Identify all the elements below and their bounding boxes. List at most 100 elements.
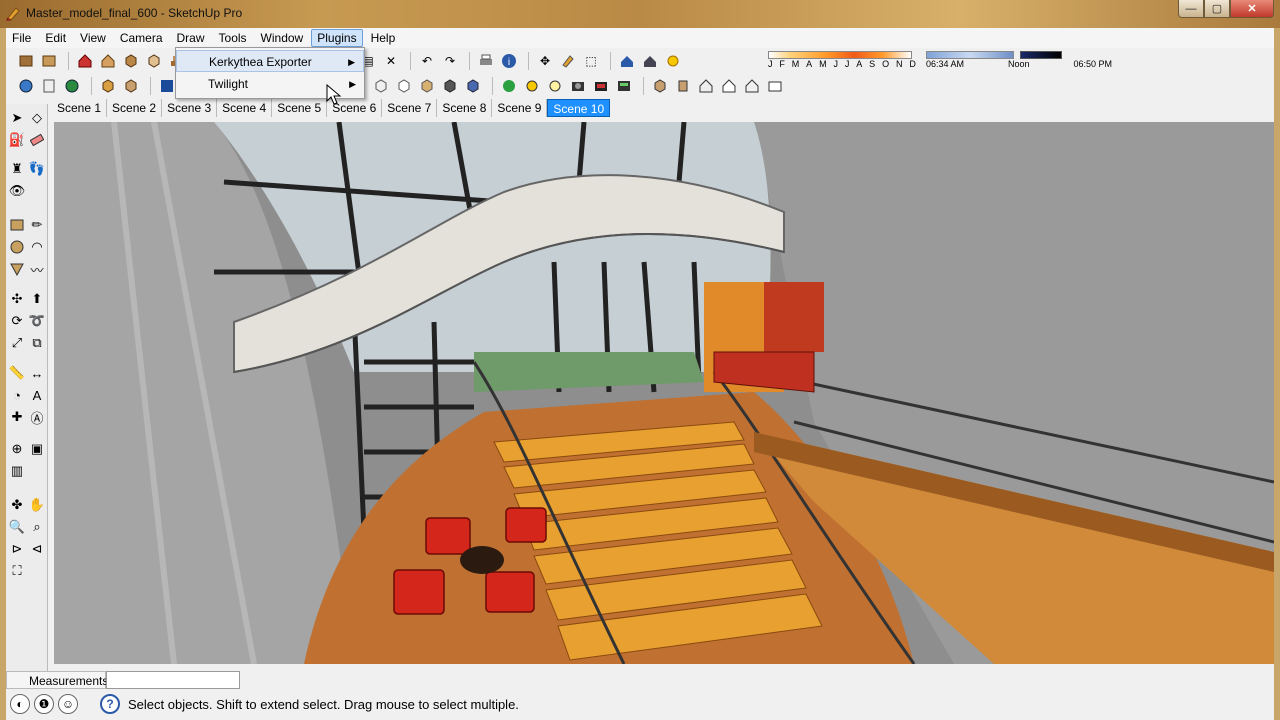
close-button[interactable]: ✕: [1230, 0, 1274, 18]
view-front-icon[interactable]: [696, 76, 716, 96]
tab-scene-10[interactable]: Scene 10: [547, 99, 611, 117]
view-top-icon[interactable]: [673, 76, 693, 96]
render-light-icon[interactable]: [545, 76, 565, 96]
section-blue-icon[interactable]: [157, 76, 177, 96]
sketchup-app-icon[interactable]: [6, 5, 22, 21]
render-material-icon[interactable]: [614, 76, 634, 96]
print-icon[interactable]: [476, 51, 496, 71]
monochrome-icon[interactable]: [463, 76, 483, 96]
darkness-slider[interactable]: [1020, 51, 1062, 59]
section-cut-icon[interactable]: ▥: [8, 462, 26, 480]
3d-viewport[interactable]: [54, 122, 1274, 664]
render-camera-icon[interactable]: [568, 76, 588, 96]
render-sun-icon[interactable]: [522, 76, 542, 96]
next-view-icon[interactable]: ⊲: [28, 540, 46, 558]
scale-icon[interactable]: ⤢: [8, 334, 26, 352]
orbit-icon[interactable]: ✤: [8, 496, 26, 514]
move-icon[interactable]: ✥: [535, 51, 555, 71]
sun-icon[interactable]: [663, 51, 683, 71]
cube-light-icon[interactable]: [144, 51, 164, 71]
view-back-icon[interactable]: [742, 76, 762, 96]
minimize-button[interactable]: —: [1178, 0, 1204, 18]
credits-icon[interactable]: ❶: [34, 694, 54, 714]
menu-draw[interactable]: Draw: [171, 29, 211, 47]
time-slider[interactable]: [926, 51, 1014, 59]
help-icon[interactable]: ?: [100, 694, 120, 714]
menu-window[interactable]: Window: [255, 29, 310, 47]
tab-scene-7[interactable]: Scene 7: [382, 99, 438, 117]
menu-edit[interactable]: Edit: [39, 29, 72, 47]
earth-icon[interactable]: [62, 76, 82, 96]
look-around-icon[interactable]: 👁: [8, 182, 26, 200]
tab-scene-4[interactable]: Scene 4: [217, 99, 273, 117]
protractor-icon[interactable]: ◔: [8, 386, 26, 404]
month-slider[interactable]: [768, 51, 912, 59]
circle-icon[interactable]: [8, 238, 26, 256]
rectangle-icon[interactable]: [8, 216, 26, 234]
globe-icon[interactable]: [16, 76, 36, 96]
model-info-icon[interactable]: i: [499, 51, 519, 71]
box-tan-icon[interactable]: [39, 51, 59, 71]
polygon-icon[interactable]: [8, 260, 26, 278]
text-icon[interactable]: A: [28, 386, 46, 404]
pan-icon[interactable]: ✋: [28, 496, 46, 514]
section-display-icon[interactable]: ▣: [28, 440, 46, 458]
xray-icon[interactable]: [371, 76, 391, 96]
follow-me-icon[interactable]: ➰: [28, 312, 46, 330]
share-icon[interactable]: [640, 51, 660, 71]
make-component-icon[interactable]: ◇: [28, 109, 46, 127]
previous-view-icon[interactable]: ⊳: [8, 540, 26, 558]
menu-camera[interactable]: Camera: [114, 29, 169, 47]
wireframe-icon[interactable]: [394, 76, 414, 96]
component-tan-icon[interactable]: [121, 76, 141, 96]
menu-plugins[interactable]: Plugins: [311, 29, 363, 47]
rotate-icon[interactable]: ⟳: [8, 312, 26, 330]
eraser-icon[interactable]: [28, 131, 46, 149]
menu-tools[interactable]: Tools: [213, 29, 253, 47]
menu-file[interactable]: File: [6, 29, 37, 47]
tab-scene-1[interactable]: Scene 1: [52, 99, 108, 117]
line-icon[interactable]: ✏: [28, 216, 46, 234]
render-settings-icon[interactable]: [591, 76, 611, 96]
tab-scene-3[interactable]: Scene 3: [162, 99, 218, 117]
push-pull-icon[interactable]: ⬆: [28, 290, 46, 308]
shaded-icon[interactable]: [417, 76, 437, 96]
redo-icon[interactable]: ↷: [440, 51, 460, 71]
tape-measure-icon[interactable]: 📏: [8, 364, 26, 382]
menu-view[interactable]: View: [74, 29, 112, 47]
undo-icon[interactable]: ↶: [417, 51, 437, 71]
cube-icon[interactable]: [121, 51, 141, 71]
zoom-window-icon[interactable]: ⌕: [28, 518, 46, 536]
house-tan-icon[interactable]: [98, 51, 118, 71]
arc-icon[interactable]: ◠: [28, 238, 46, 256]
component-gold-icon[interactable]: [98, 76, 118, 96]
position-camera-icon[interactable]: ♜: [8, 160, 26, 178]
view-left-icon[interactable]: [765, 76, 785, 96]
3d-text-icon[interactable]: Ⓐ: [28, 408, 46, 426]
paint-bucket-icon[interactable]: ⛽: [8, 131, 26, 149]
tab-scene-9[interactable]: Scene 9: [492, 99, 548, 117]
maximize-button[interactable]: ▢: [1204, 0, 1230, 18]
dimension-icon[interactable]: ↔: [28, 364, 46, 382]
house-red-icon[interactable]: [75, 51, 95, 71]
zoom-extents-icon[interactable]: ⛶: [8, 562, 26, 580]
render-green-icon[interactable]: [499, 76, 519, 96]
tab-scene-2[interactable]: Scene 2: [107, 99, 163, 117]
zoom-icon[interactable]: 🔍: [8, 518, 26, 536]
menu-help[interactable]: Help: [365, 29, 402, 47]
walk-icon[interactable]: 👣: [28, 160, 46, 178]
move-tool-icon[interactable]: ✣: [8, 290, 26, 308]
document-icon[interactable]: [39, 76, 59, 96]
user-icon[interactable]: ☺: [58, 694, 78, 714]
textured-icon[interactable]: [440, 76, 460, 96]
freehand-icon[interactable]: 〰: [28, 260, 46, 278]
offset-icon[interactable]: ⧉: [28, 334, 46, 352]
warehouse-icon[interactable]: [617, 51, 637, 71]
axes-icon[interactable]: ✚: [8, 408, 26, 426]
box-icon[interactable]: [16, 51, 36, 71]
select-arrow-icon[interactable]: ➤: [8, 109, 26, 127]
paint-icon[interactable]: [558, 51, 578, 71]
view-iso-icon[interactable]: [650, 76, 670, 96]
tab-scene-8[interactable]: Scene 8: [437, 99, 493, 117]
menu-item-kerkythea-exporter[interactable]: Kerkythea Exporter ▶: [176, 50, 364, 72]
